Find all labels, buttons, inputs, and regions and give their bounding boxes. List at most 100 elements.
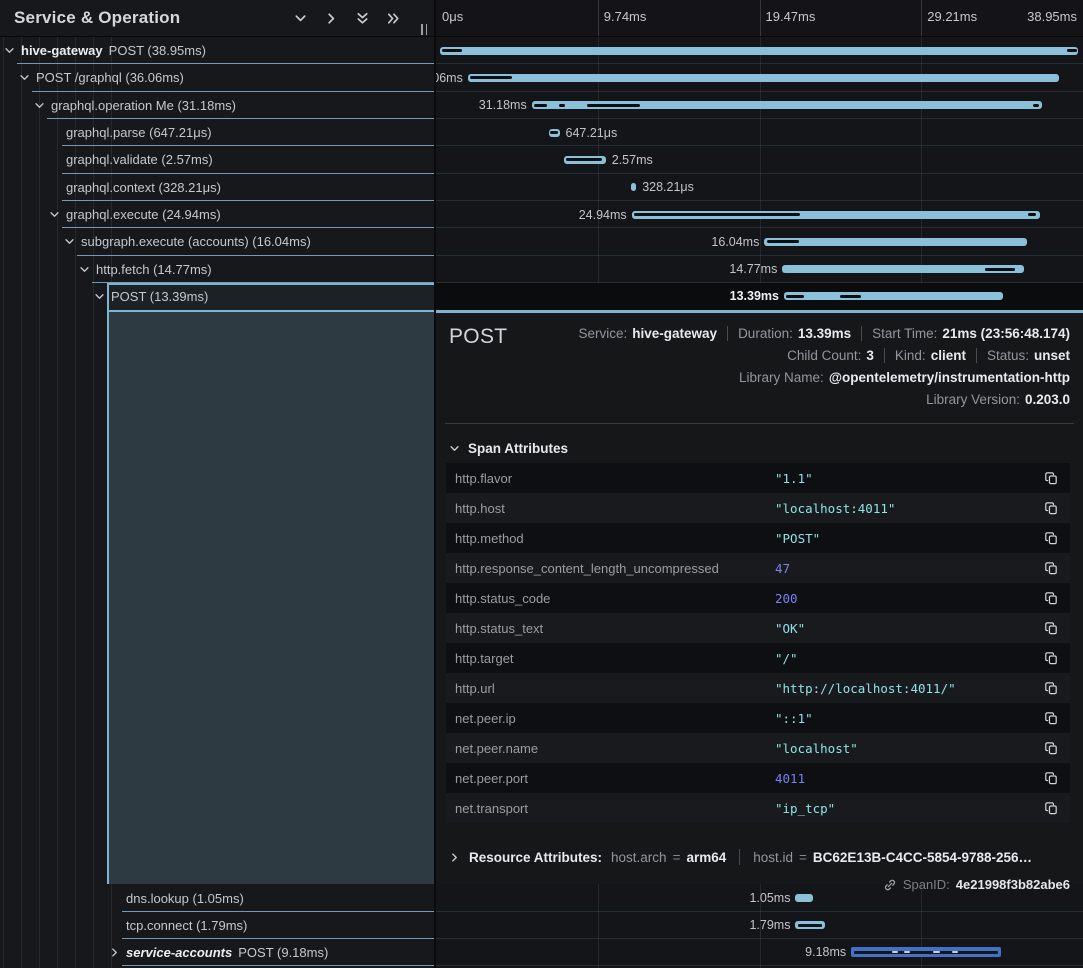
span-bar[interactable] — [795, 894, 812, 902]
span-timeline-cell[interactable]: 2.57ms — [436, 146, 1083, 173]
drag-handle-icon[interactable] — [421, 24, 430, 35]
span-row[interactable]: POST (13.39ms)13.39ms — [0, 283, 1083, 310]
chevron-down-icon[interactable] — [94, 291, 105, 302]
span-name: service-accountsPOST (9.18ms) — [126, 939, 328, 966]
span-bar[interactable] — [632, 211, 1041, 219]
meta-label: Service: — [578, 326, 627, 341]
copy-icon[interactable] — [1040, 617, 1062, 639]
operation-name: POST (38.95ms) — [109, 43, 206, 58]
attribute-key: net.peer.port — [455, 771, 775, 786]
child-span-marker — [442, 49, 462, 52]
copy-icon[interactable] — [1040, 497, 1062, 519]
span-timeline-cell[interactable] — [436, 37, 1083, 64]
span-row[interactable]: graphql.validate (2.57ms)2.57ms — [0, 146, 1083, 173]
span-row[interactable]: POST /graphql (36.06ms)36.06ms — [0, 64, 1083, 91]
span-bar[interactable] — [549, 129, 560, 137]
resource-attributes-label[interactable]: Resource Attributes: — [469, 850, 602, 865]
attribute-key: net.transport — [455, 801, 775, 816]
link-icon[interactable] — [883, 878, 897, 892]
chevron-down-icon[interactable] — [49, 209, 60, 220]
detail-meta-row: Library Version:0.203.0 — [926, 388, 1070, 410]
chevron-down-icon[interactable] — [4, 45, 15, 56]
span-timeline-cell[interactable]: 13.39ms — [436, 283, 1083, 310]
span-timeline-cell[interactable]: 647.21μs — [436, 119, 1083, 146]
copy-icon[interactable] — [1040, 467, 1062, 489]
span-row[interactable]: graphql.operation Me (31.18ms)31.18ms — [0, 92, 1083, 119]
attribute-row: http.url"http://localhost:4011/" — [446, 673, 1070, 703]
copy-icon[interactable] — [1040, 677, 1062, 699]
attribute-key: http.host — [455, 501, 775, 516]
span-tree-cell[interactable]: hive-gatewayPOST (38.95ms) — [0, 37, 434, 64]
span-bar[interactable] — [440, 47, 1078, 55]
chevron-down-icon[interactable] — [291, 9, 309, 27]
column-resize-divider[interactable] — [434, 0, 436, 968]
span-row[interactable]: service-accountsPOST (9.18ms) 9.18ms — [0, 939, 1083, 966]
span-bar[interactable] — [532, 101, 1043, 109]
copy-icon[interactable] — [1040, 767, 1062, 789]
meta-value: 3 — [866, 348, 874, 363]
span-duration-label: 1.05ms — [749, 885, 790, 912]
span-timeline-cell[interactable]: 14.77ms — [436, 256, 1083, 283]
span-bar[interactable] — [784, 292, 1003, 300]
span-timeline-cell[interactable]: 1.79ms — [436, 912, 1083, 939]
span-bar[interactable] — [468, 74, 1059, 82]
span-row[interactable]: graphql.parse (647.21μs)647.21μs — [0, 119, 1083, 146]
span-tree-cell[interactable]: POST (13.39ms) — [0, 283, 434, 310]
span-bar[interactable] — [782, 265, 1024, 273]
chevrons-right-icon[interactable] — [384, 9, 402, 27]
span-tree-cell[interactable]: graphql.parse (647.21μs) — [0, 119, 434, 146]
span-row[interactable]: tcp.connect (1.79ms) 1.79ms — [0, 912, 1083, 939]
span-timeline-cell[interactable]: 36.06ms — [436, 64, 1083, 91]
chevron-right-icon[interactable] — [109, 947, 120, 958]
span-tree-cell[interactable]: http.fetch (14.77ms) — [0, 256, 434, 283]
copy-icon[interactable] — [1040, 557, 1062, 579]
child-span-marker — [559, 104, 566, 107]
span-tree-cell[interactable]: service-accountsPOST (9.18ms) — [0, 939, 434, 966]
chevrons-down-icon[interactable] — [353, 9, 371, 27]
span-row[interactable]: graphql.context (328.21μs)328.21μs — [0, 174, 1083, 201]
span-bar[interactable] — [851, 947, 1001, 957]
span-timeline-cell[interactable]: 16.04ms — [436, 228, 1083, 255]
span-row[interactable]: http.fetch (14.77ms)14.77ms — [0, 256, 1083, 283]
span-bar[interactable] — [564, 156, 606, 164]
attribute-value: 47 — [775, 561, 1040, 576]
span-tree-cell[interactable]: graphql.operation Me (31.18ms) — [0, 92, 434, 119]
copy-icon[interactable] — [1040, 527, 1062, 549]
copy-icon[interactable] — [1040, 587, 1062, 609]
span-duration-label: 1.79ms — [749, 912, 790, 939]
span-tree-cell[interactable]: dns.lookup (1.05ms) — [0, 885, 434, 912]
chevron-down-icon[interactable] — [64, 236, 75, 247]
attribute-value: "/" — [775, 651, 1040, 666]
span-timeline-cell[interactable]: 24.94ms — [436, 201, 1083, 228]
copy-icon[interactable] — [1040, 647, 1062, 669]
span-attributes-section-header[interactable]: Span Attributes — [449, 441, 568, 456]
copy-icon[interactable] — [1040, 797, 1062, 819]
span-tree-cell[interactable]: graphql.execute (24.94ms) — [0, 201, 434, 228]
span-tree-cell[interactable]: graphql.context (328.21μs) — [0, 174, 434, 201]
selected-span-detail-backdrop — [107, 310, 434, 884]
span-tree-cell[interactable]: POST /graphql (36.06ms) — [0, 64, 434, 91]
span-bar[interactable] — [631, 183, 636, 191]
span-timeline-cell[interactable]: 328.21μs — [436, 174, 1083, 201]
span-tree-cell[interactable]: subgraph.execute (accounts) (16.04ms) — [0, 228, 434, 255]
chevron-down-icon[interactable] — [19, 72, 30, 83]
span-timeline-cell[interactable]: 31.18ms — [436, 92, 1083, 119]
resource-attribute: host.arch=arm64 — [611, 850, 726, 865]
copy-icon[interactable] — [1040, 737, 1062, 759]
span-timeline-cell[interactable]: 9.18ms — [436, 939, 1083, 966]
span-bar[interactable] — [764, 238, 1027, 246]
copy-icon[interactable] — [1040, 707, 1062, 729]
chevron-right-icon[interactable] — [322, 9, 340, 27]
span-row[interactable]: graphql.execute (24.94ms)24.94ms — [0, 201, 1083, 228]
chevron-down-icon[interactable] — [79, 264, 90, 275]
span-row[interactable]: subgraph.execute (accounts) (16.04ms)16.… — [0, 228, 1083, 255]
span-bar[interactable] — [795, 921, 824, 929]
chevron-right-icon[interactable] — [449, 852, 460, 863]
chevron-down-icon[interactable] — [34, 100, 45, 111]
attribute-key: http.status_code — [455, 591, 775, 606]
span-row[interactable]: hive-gatewayPOST (38.95ms) — [0, 37, 1083, 64]
span-tree-cell[interactable]: tcp.connect (1.79ms) — [0, 912, 434, 939]
span-tree-cell[interactable]: graphql.validate (2.57ms) — [0, 146, 434, 173]
attribute-row: net.peer.port4011 — [446, 763, 1070, 793]
attribute-key: http.target — [455, 651, 775, 666]
